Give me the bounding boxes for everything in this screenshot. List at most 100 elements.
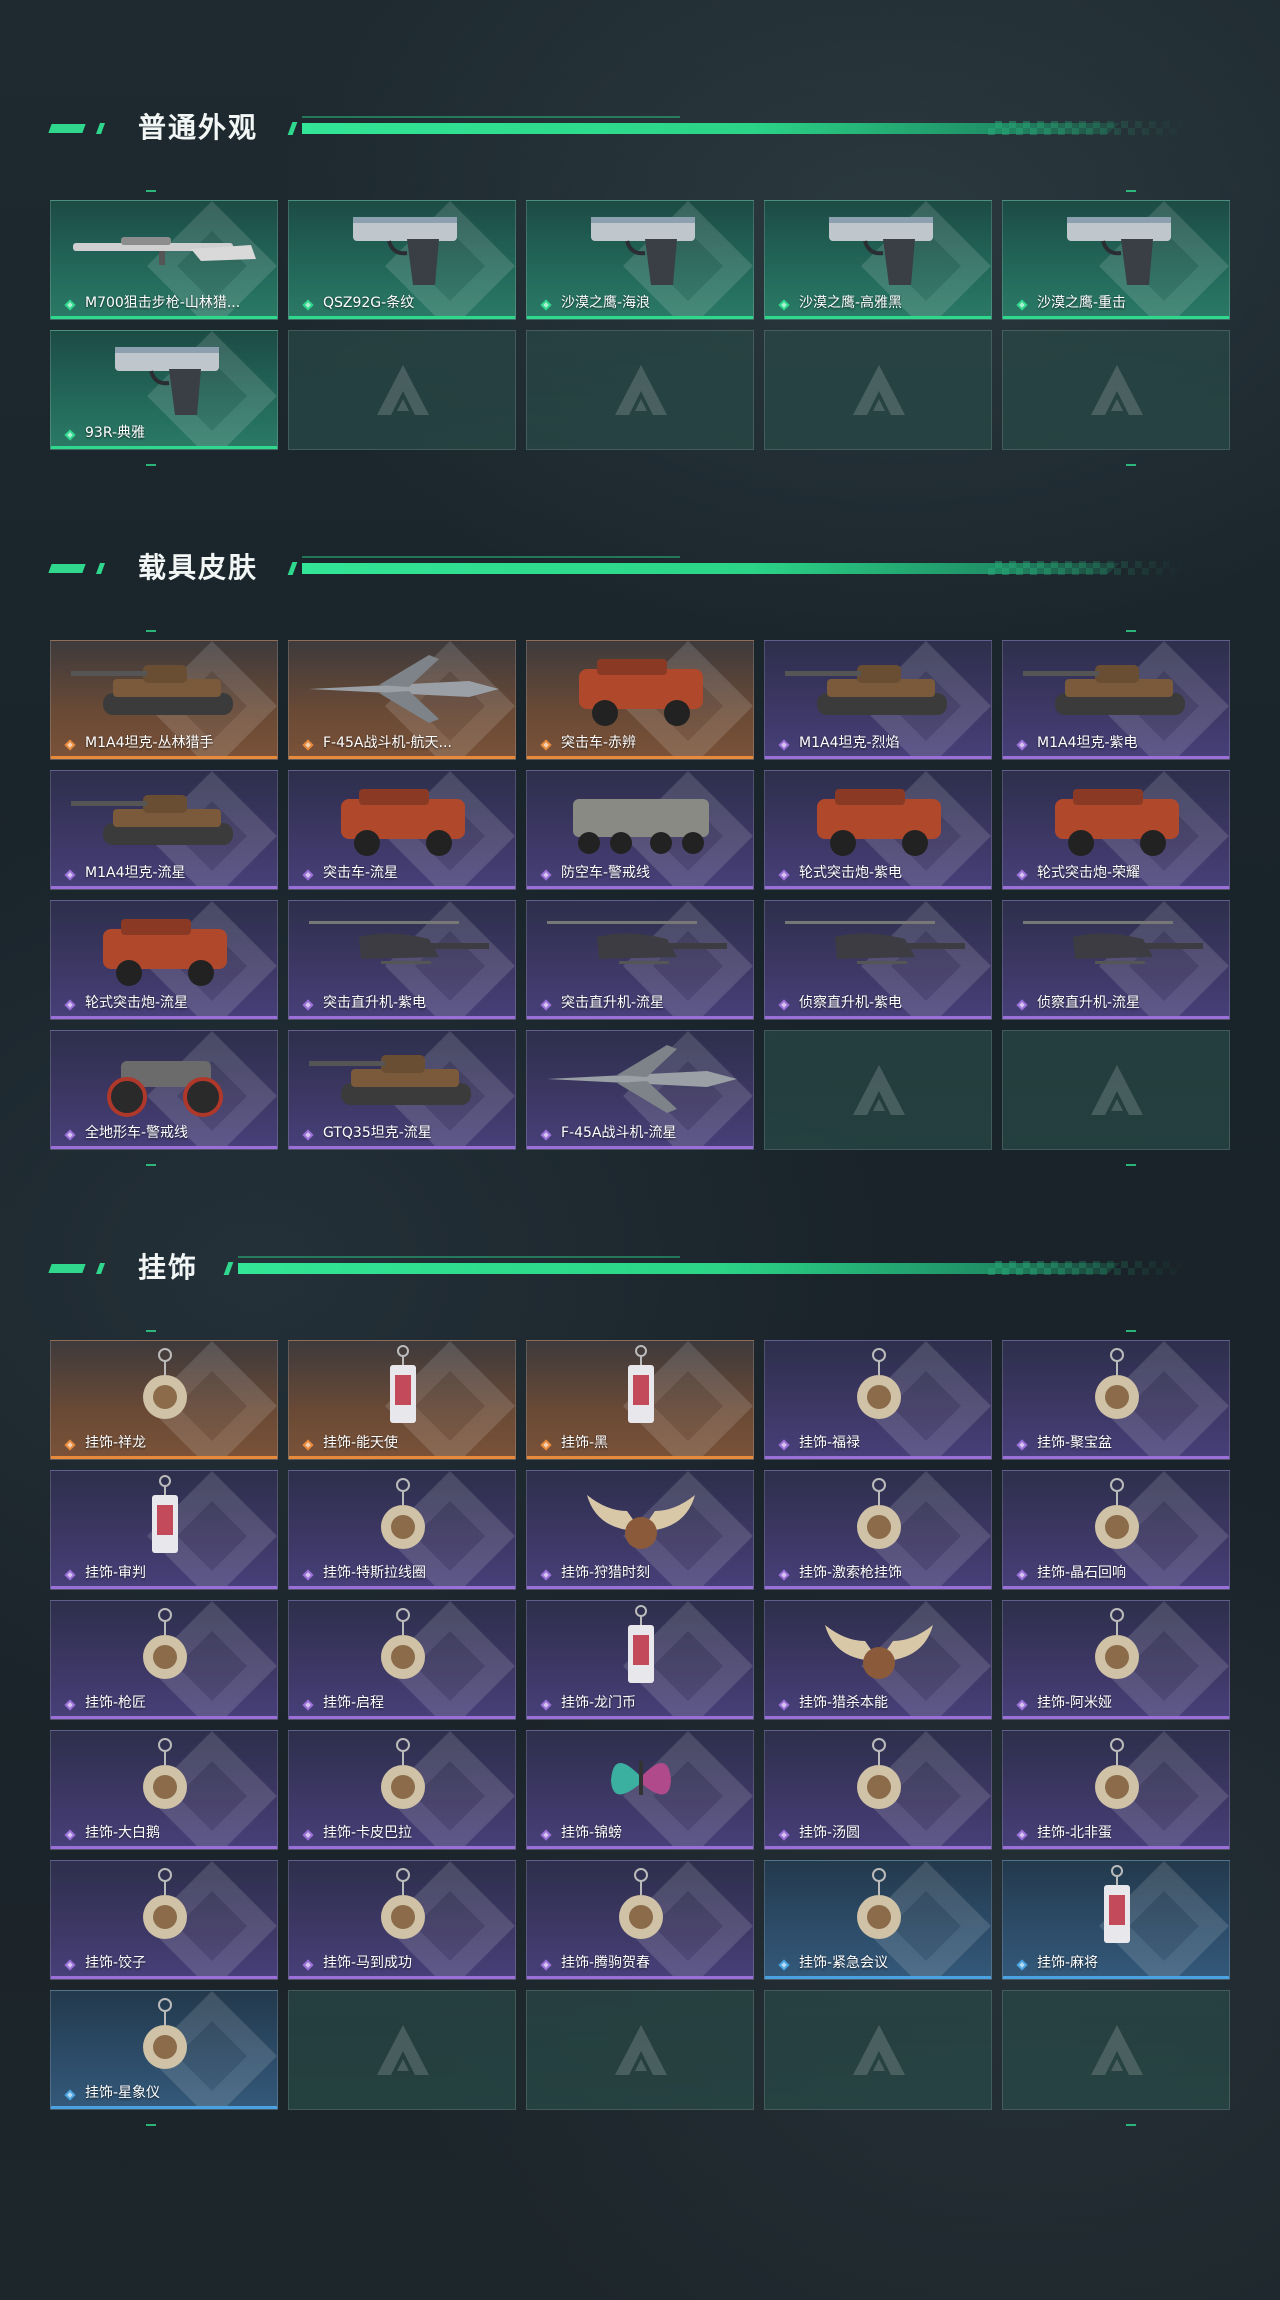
rarity-bar (765, 1846, 991, 1849)
item-card[interactable]: 侦察直升机-流星 (1002, 900, 1230, 1020)
rarity-bar (527, 1016, 753, 1019)
item-card[interactable]: 挂饰-晶石回响 (1002, 1470, 1230, 1590)
item-card[interactable]: 挂饰-阿米娅 (1002, 1600, 1230, 1720)
item-card[interactable]: 突击车-赤辨 (526, 640, 754, 760)
rarity-bar (51, 1146, 277, 1149)
item-label: 挂饰-祥龙 (85, 1435, 147, 1451)
item-card[interactable]: 挂饰-福禄 (764, 1340, 992, 1460)
item-card[interactable]: 挂饰-龙门币 (526, 1600, 754, 1720)
item-card[interactable]: QSZ92G-条纹 (288, 200, 516, 320)
charm-icon (527, 1861, 753, 1956)
item-card[interactable]: 挂饰-特斯拉线圈 (288, 1470, 516, 1590)
item-card[interactable]: 挂饰-启程 (288, 1600, 516, 1720)
item-label: 挂饰-星象仪 (85, 2085, 161, 2101)
item-card[interactable]: 挂饰-饺子 (50, 1860, 278, 1980)
item-card[interactable]: 挂饰-猎杀本能 (764, 1600, 992, 1720)
corner-tick (146, 190, 156, 192)
item-card[interactable]: 挂饰-腾驹贺春 (526, 1860, 754, 1980)
header-accent-bar (48, 1264, 86, 1273)
item-card[interactable]: 防空车-警戒线 (526, 770, 754, 890)
item-card[interactable]: 挂饰-能天使 (288, 1340, 516, 1460)
item-card[interactable]: 轮式突击炮-流星 (50, 900, 278, 1020)
item-label: 挂饰-大白鹅 (85, 1825, 161, 1841)
item-label: 挂饰-锦螃 (561, 1825, 623, 1841)
charm-icon (51, 1991, 277, 2086)
tank-icon (1003, 641, 1229, 736)
item-label: 挂饰-龙门币 (561, 1695, 637, 1711)
charm-icon (1003, 1601, 1229, 1696)
item-card[interactable]: 突击车-流星 (288, 770, 516, 890)
item-card[interactable]: 轮式突击炮-紫电 (764, 770, 992, 890)
item-label: 挂饰-狩猎时刻 (561, 1565, 651, 1581)
item-card[interactable]: 挂饰-马到成功 (288, 1860, 516, 1980)
empty-slot (1002, 1030, 1230, 1150)
item-card[interactable]: 侦察直升机-紫电 (764, 900, 992, 1020)
item-card[interactable]: 93R-典雅 (50, 330, 278, 450)
corner-tick (1126, 2124, 1136, 2126)
empty-slot (764, 330, 992, 450)
section-header: 载具皮肤 (48, 548, 1228, 588)
item-card[interactable]: 沙漠之鹰-海浪 (526, 200, 754, 320)
rarity-bar (289, 756, 515, 759)
item-card[interactable]: 挂饰-紧急会议 (764, 1860, 992, 1980)
rarity-bar (765, 1456, 991, 1459)
item-card[interactable]: 挂饰-麻将 (1002, 1860, 1230, 1980)
item-card[interactable]: M1A4坦克-丛林猎手 (50, 640, 278, 760)
item-card[interactable]: 挂饰-祥龙 (50, 1340, 278, 1460)
rarity-icon (63, 737, 77, 751)
item-card[interactable]: 挂饰-星象仪 (50, 1990, 278, 2110)
item-card[interactable]: 挂饰-狩猎时刻 (526, 1470, 754, 1590)
item-card[interactable]: 挂饰-聚宝盆 (1002, 1340, 1230, 1460)
tank-icon (765, 641, 991, 736)
item-label: 挂饰-卡皮巴拉 (323, 1825, 413, 1841)
item-card[interactable]: 挂饰-锦螃 (526, 1730, 754, 1850)
rarity-icon (301, 997, 315, 1011)
rarity-icon (1015, 1827, 1029, 1841)
item-card[interactable]: F-45A战斗机-流星 (526, 1030, 754, 1150)
rarity-bar (289, 1846, 515, 1849)
charm-icon (289, 1861, 515, 1956)
rarity-icon (301, 867, 315, 881)
rarity-icon (63, 297, 77, 311)
rarity-bar (765, 1586, 991, 1589)
empty-slot (764, 1030, 992, 1150)
logo-watermark-icon (1087, 1061, 1147, 1121)
item-label: 全地形车-警戒线 (85, 1125, 189, 1141)
item-card[interactable]: 挂饰-黑 (526, 1340, 754, 1460)
item-card[interactable]: 挂饰-大白鹅 (50, 1730, 278, 1850)
rarity-bar (765, 316, 991, 319)
item-card[interactable]: 挂饰-审判 (50, 1470, 278, 1590)
item-card[interactable]: 挂饰-激索枪挂饰 (764, 1470, 992, 1590)
rarity-bar (765, 886, 991, 889)
rarity-bar (289, 1016, 515, 1019)
rarity-bar (527, 316, 753, 319)
item-card[interactable]: 沙漠之鹰-重击 (1002, 200, 1230, 320)
item-card[interactable]: 全地形车-警戒线 (50, 1030, 278, 1150)
antler-icon (765, 1601, 991, 1696)
rarity-icon (63, 1127, 77, 1141)
item-card[interactable]: GTQ35坦克-流星 (288, 1030, 516, 1150)
item-card[interactable]: M700狙击步枪-山林猎... (50, 200, 278, 320)
item-card[interactable]: 挂饰-枪匠 (50, 1600, 278, 1720)
item-card[interactable]: M1A4坦克-烈焰 (764, 640, 992, 760)
armored-car-icon (289, 771, 515, 866)
rarity-icon (539, 737, 553, 751)
logo-watermark-icon (373, 2021, 433, 2081)
item-card[interactable]: M1A4坦克-流星 (50, 770, 278, 890)
item-card[interactable]: 挂饰-卡皮巴拉 (288, 1730, 516, 1850)
item-label: 突击直升机-紫电 (323, 995, 427, 1011)
item-card[interactable]: 挂饰-汤圆 (764, 1730, 992, 1850)
item-card[interactable]: 挂饰-北非蛋 (1002, 1730, 1230, 1850)
item-card[interactable]: 轮式突击炮-荣耀 (1002, 770, 1230, 890)
item-card[interactable]: 沙漠之鹰-高雅黑 (764, 200, 992, 320)
item-card[interactable]: 突击直升机-紫电 (288, 900, 516, 1020)
rarity-bar (289, 316, 515, 319)
rarity-icon (539, 1127, 553, 1141)
pistol-icon (1003, 201, 1229, 296)
item-card[interactable]: M1A4坦克-紫电 (1002, 640, 1230, 760)
corner-tick (1126, 1164, 1136, 1166)
rarity-icon (1015, 297, 1029, 311)
item-card[interactable]: 突击直升机-流星 (526, 900, 754, 1020)
item-label: F-45A战斗机-流星 (561, 1125, 677, 1141)
item-card[interactable]: F-45A战斗机-航天... (288, 640, 516, 760)
